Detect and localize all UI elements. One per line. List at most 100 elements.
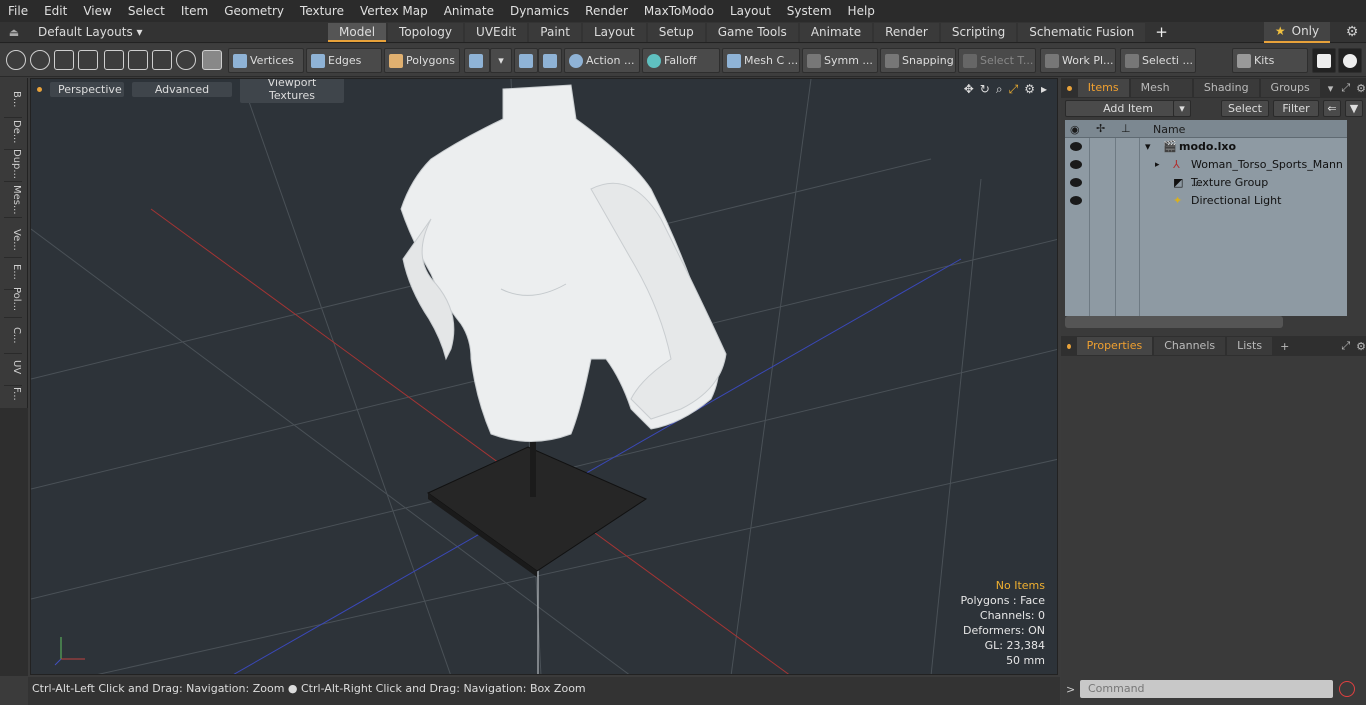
menu-help[interactable]: Help	[840, 0, 883, 22]
item-mode-icon[interactable]	[202, 50, 222, 70]
mode-dropdown[interactable]: ▾	[490, 48, 512, 73]
left-tab-basic[interactable]: B...	[4, 82, 22, 118]
vertices-button[interactable]: Vertices	[228, 48, 304, 73]
pan-icon[interactable]: ✥	[964, 82, 974, 97]
default-layouts-dropdown[interactable]: Default Layouts ▾	[28, 25, 328, 39]
filter-button[interactable]: Filter	[1273, 100, 1319, 117]
collapse-arrow-icon[interactable]: ▸	[1155, 156, 1160, 174]
left-tab-mesh-edit[interactable]: Mes...	[4, 182, 22, 218]
menu-select[interactable]: Select	[120, 0, 173, 22]
left-tab-deform[interactable]: De...	[4, 114, 22, 150]
add-tab-button[interactable]: +	[1147, 23, 1176, 41]
tab-scripting[interactable]: Scripting	[940, 22, 1017, 42]
viewport-menu-dot-icon[interactable]	[37, 86, 42, 92]
panel-gear-icon[interactable]: ⚙	[1356, 82, 1366, 95]
menu-item[interactable]: Item	[173, 0, 216, 22]
action-center-button[interactable]: Action ...	[564, 48, 640, 73]
panel-expand-icon[interactable]: ⤢	[1341, 339, 1350, 353]
left-tab-curve[interactable]: C...	[4, 318, 22, 354]
menu-texture[interactable]: Texture	[292, 0, 352, 22]
tab-schematic-fusion[interactable]: Schematic Fusion	[1018, 22, 1146, 42]
left-tab-polygon[interactable]: Pol...	[4, 282, 22, 318]
menu-geometry[interactable]: Geometry	[216, 0, 292, 22]
item-row-directional-light[interactable]: ✦ Directional Light	[1065, 192, 1347, 210]
polygons-button[interactable]: Polygons	[384, 48, 460, 73]
symmetry-shield-button[interactable]	[514, 48, 538, 73]
select-button[interactable]: Select	[1221, 100, 1269, 117]
selection-sets-button[interactable]: Selecti ...	[1120, 48, 1196, 73]
perspective-view-button[interactable]: Perspective	[50, 81, 124, 97]
maximize-icon[interactable]: ⤢	[1009, 82, 1019, 97]
tab-render[interactable]: Render	[874, 22, 939, 42]
tab-layout[interactable]: Layout	[582, 22, 646, 42]
viewport-textures-button[interactable]: Viewport Textures	[240, 79, 344, 103]
falloff-button[interactable]: Falloff	[642, 48, 720, 73]
tab-properties[interactable]: Properties	[1076, 337, 1153, 355]
eye-icon[interactable]	[1070, 178, 1082, 187]
viewport-gear-icon[interactable]: ⚙	[1024, 82, 1035, 97]
unreal-button[interactable]	[1338, 48, 1362, 73]
kits-button[interactable]: Kits	[1232, 48, 1308, 73]
tab-lists[interactable]: Lists	[1227, 337, 1273, 355]
menu-view[interactable]: View	[75, 0, 119, 22]
tab-items[interactable]: Items	[1077, 79, 1129, 97]
tab-paint[interactable]: Paint	[529, 22, 581, 42]
tab-uvedit[interactable]: UVEdit	[465, 22, 528, 42]
panel-menu-dot-icon[interactable]	[1067, 85, 1072, 91]
menu-dynamics[interactable]: Dynamics	[502, 0, 577, 22]
rotate-icon[interactable]	[176, 50, 196, 70]
menu-maxtomodo[interactable]: MaxToModo	[636, 0, 722, 22]
home-icon[interactable]: ⏏	[0, 26, 28, 39]
symmetry-button[interactable]: Symm ...	[802, 48, 878, 73]
record-icon[interactable]	[1339, 681, 1355, 697]
mesh-constraint-button[interactable]: Mesh C ...	[722, 48, 800, 73]
tab-groups[interactable]: Groups	[1260, 79, 1320, 97]
name-column-header[interactable]: Name	[1153, 123, 1185, 136]
left-tab-vertex[interactable]: Ve...	[4, 222, 22, 258]
item-row-texture-group[interactable]: ◩ Texture Group	[1065, 174, 1347, 192]
tab-channels[interactable]: Channels	[1154, 337, 1226, 355]
left-tab-fusion[interactable]: F...	[4, 376, 22, 412]
menu-system[interactable]: System	[779, 0, 840, 22]
collapse-icon[interactable]: ⇐	[1323, 100, 1341, 117]
left-tab-duplicate[interactable]: Dup...	[4, 146, 22, 182]
menu-render[interactable]: Render	[577, 0, 636, 22]
tab-shading[interactable]: Shading	[1193, 79, 1259, 97]
unity-button[interactable]	[1312, 48, 1336, 73]
tab-model[interactable]: Model	[328, 22, 387, 42]
item-row-mesh[interactable]: ▸ ⅄ Woman_Torso_Sports_Mann ...	[1065, 156, 1347, 189]
pen-tool-icon[interactable]	[54, 50, 74, 70]
menu-edit[interactable]: Edit	[36, 0, 75, 22]
tab-animate[interactable]: Animate	[799, 22, 873, 42]
command-input[interactable]: Command	[1080, 680, 1333, 698]
work-plane-button[interactable]: Work Pl...	[1040, 48, 1116, 73]
globe-icon[interactable]	[30, 50, 50, 70]
eye-icon[interactable]	[1070, 142, 1082, 151]
add-panel-tab-icon[interactable]: +	[1280, 340, 1289, 353]
panel-menu-dot-icon[interactable]	[1067, 343, 1071, 349]
circle-select-icon[interactable]	[6, 50, 26, 70]
menu-layout[interactable]: Layout	[722, 0, 779, 22]
gear-icon[interactable]: ⚙	[1338, 22, 1366, 43]
3d-viewport[interactable]: Perspective Advanced Viewport Textures ✥…	[30, 78, 1058, 675]
funnel-icon[interactable]: ▼	[1345, 100, 1363, 117]
material-mode-button[interactable]	[464, 48, 490, 73]
panel-expand-icon[interactable]: ⤢	[1341, 81, 1350, 95]
eye-icon[interactable]	[1070, 160, 1082, 169]
advanced-shading-button[interactable]: Advanced	[132, 81, 232, 97]
scale-icon[interactable]	[152, 50, 172, 70]
tab-game-tools[interactable]: Game Tools	[706, 22, 798, 42]
zoom-icon[interactable]: ⌕	[996, 82, 1003, 97]
tab-setup[interactable]: Setup	[647, 22, 705, 42]
tab-topology[interactable]: Topology	[388, 22, 464, 42]
only-toggle[interactable]: ★ Only	[1264, 22, 1330, 43]
panel-gear-icon[interactable]: ⚙	[1356, 340, 1366, 353]
move-icon[interactable]	[128, 50, 148, 70]
panel-dropdown-icon[interactable]: ▾	[1328, 82, 1334, 95]
orbit-icon[interactable]: ↻	[980, 82, 990, 97]
tab-mesh[interactable]: Mesh ...	[1130, 79, 1192, 112]
snap-shield-button[interactable]	[538, 48, 562, 73]
edges-button[interactable]: Edges	[306, 48, 382, 73]
menu-file[interactable]: File	[0, 0, 36, 22]
select-through-button[interactable]: Select T...	[958, 48, 1036, 73]
